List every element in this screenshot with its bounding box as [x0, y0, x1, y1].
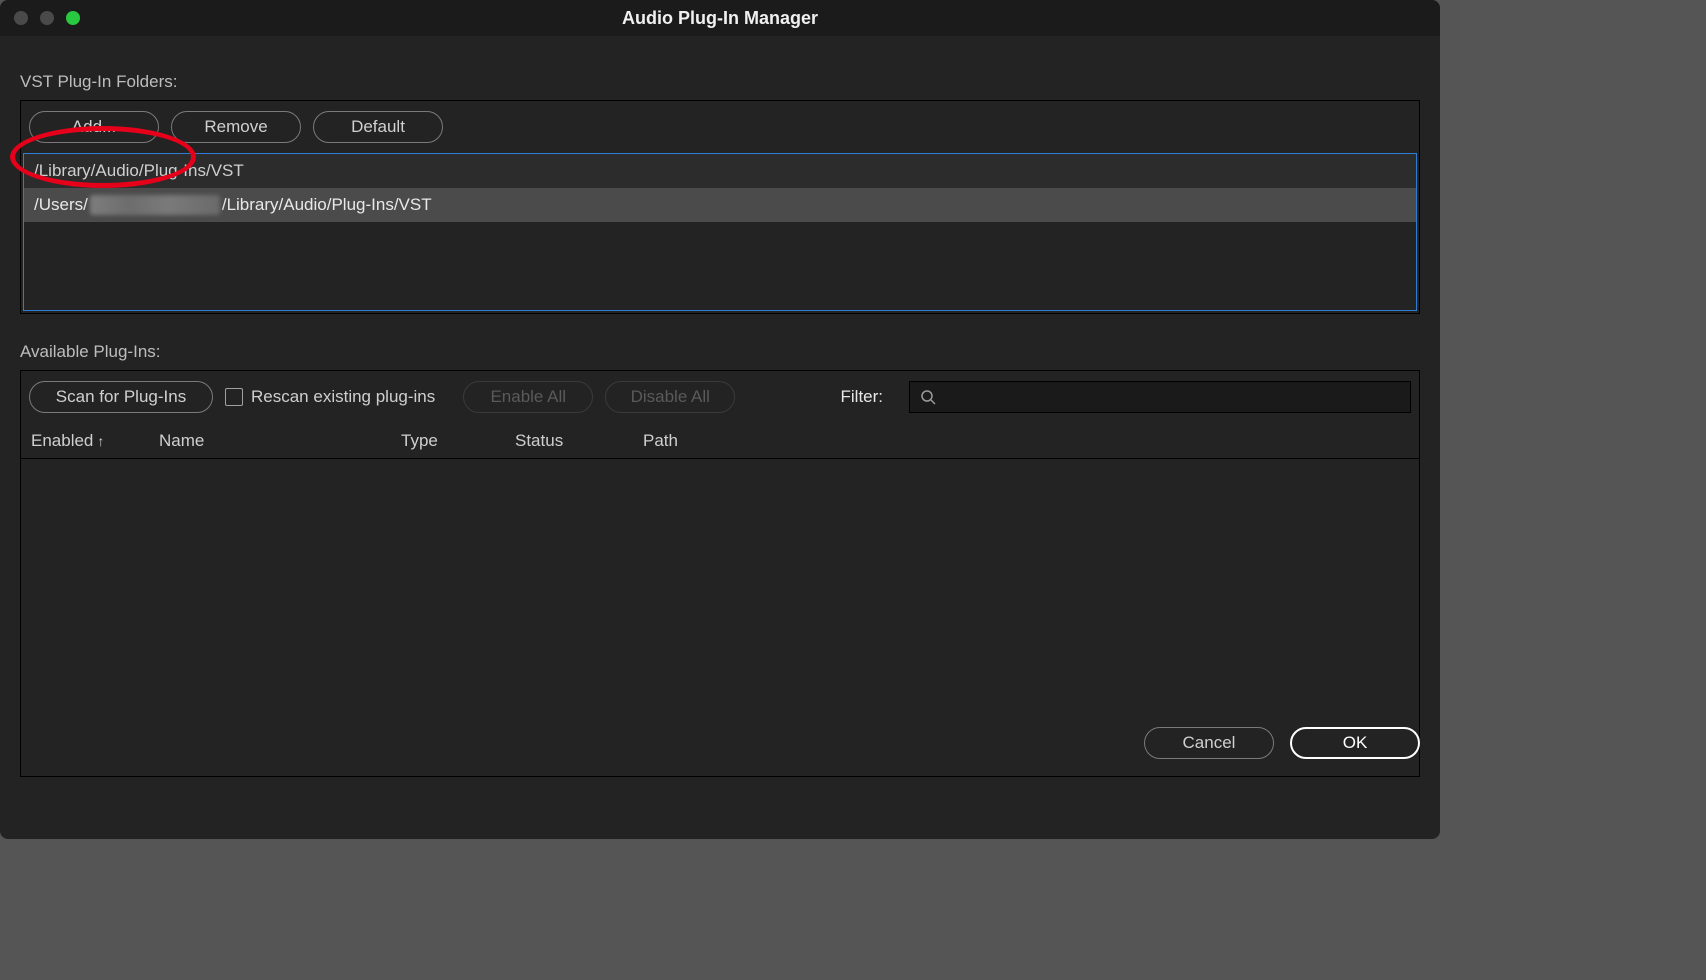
rescan-checkbox[interactable] [225, 388, 243, 406]
minimize-window-button[interactable] [40, 11, 54, 25]
filter-label: Filter: [841, 387, 884, 407]
folder-row[interactable]: /Users/ /Library/Audio/Plug-Ins/VST [24, 188, 1416, 222]
folder-row[interactable]: /Library/Audio/Plug-Ins/VST [24, 154, 1416, 188]
column-status[interactable]: Status [505, 431, 633, 451]
plugin-manager-window: Audio Plug-In Manager VST Plug-In Folder… [0, 0, 1440, 839]
column-path[interactable]: Path [633, 431, 1419, 451]
cancel-button[interactable]: Cancel [1144, 727, 1274, 759]
add-button[interactable]: Add... [29, 111, 159, 143]
default-button[interactable]: Default [313, 111, 443, 143]
vst-folders-panel: Add... Remove Default /Library/Audio/Plu… [20, 100, 1420, 314]
rescan-checkbox-label[interactable]: Rescan existing plug-ins [225, 387, 435, 407]
rescan-label-text: Rescan existing plug-ins [251, 387, 435, 407]
close-window-button[interactable] [14, 11, 28, 25]
ok-button[interactable]: OK [1290, 727, 1420, 759]
plugin-table-header: Enabled ↑ Name Type Status Path [21, 423, 1419, 459]
titlebar[interactable]: Audio Plug-In Manager [0, 0, 1440, 36]
available-plugins-panel: Scan for Plug-Ins Rescan existing plug-i… [20, 370, 1420, 777]
search-icon [920, 389, 936, 405]
enable-all-button: Enable All [463, 381, 593, 413]
folder-path: /Library/Audio/Plug-Ins/VST [34, 161, 244, 181]
disable-all-button: Disable All [605, 381, 735, 413]
remove-button[interactable]: Remove [171, 111, 301, 143]
column-enabled[interactable]: Enabled ↑ [21, 431, 149, 451]
window-title: Audio Plug-In Manager [0, 8, 1440, 29]
redacted-username [90, 195, 220, 215]
window-controls [14, 11, 80, 25]
filter-input[interactable] [944, 389, 1400, 406]
filter-box[interactable] [909, 381, 1411, 413]
column-type[interactable]: Type [391, 431, 505, 451]
sort-ascending-icon: ↑ [97, 433, 104, 449]
available-plugins-label: Available Plug-Ins: [20, 342, 1420, 362]
folder-path-suffix: /Library/Audio/Plug-Ins/VST [222, 195, 432, 215]
folder-path-prefix: /Users/ [34, 195, 88, 215]
vst-folders-label: VST Plug-In Folders: [20, 72, 1420, 92]
scan-button[interactable]: Scan for Plug-Ins [29, 381, 213, 413]
column-name[interactable]: Name [149, 431, 391, 451]
folder-list[interactable]: /Library/Audio/Plug-Ins/VST /Users/ /Libr… [23, 153, 1417, 311]
zoom-window-button[interactable] [66, 11, 80, 25]
